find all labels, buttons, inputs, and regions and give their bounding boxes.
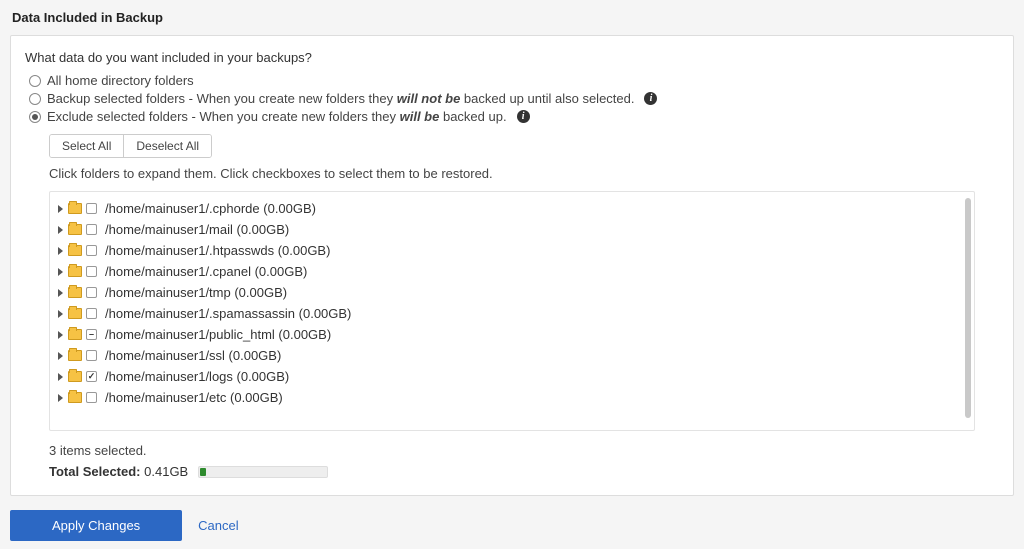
folder-icon (68, 392, 82, 403)
tree-row[interactable]: /home/mainuser1/mail (0.00GB) (54, 219, 970, 240)
folder-checkbox[interactable] (86, 308, 97, 319)
folder-path: /home/mainuser1/.cpanel (0.00GB) (105, 264, 307, 279)
folder-checkbox[interactable] (86, 224, 97, 235)
expand-arrow-icon[interactable] (58, 268, 63, 276)
expand-arrow-icon[interactable] (58, 289, 63, 297)
folder-path: /home/mainuser1/ssl (0.00GB) (105, 348, 281, 363)
folder-icon (68, 371, 82, 382)
folder-checkbox[interactable] (86, 266, 97, 277)
expand-arrow-icon[interactable] (58, 373, 63, 381)
folder-path: /home/mainuser1/tmp (0.00GB) (105, 285, 287, 300)
info-icon[interactable]: i (644, 92, 657, 105)
expand-arrow-icon[interactable] (58, 331, 63, 339)
page-title: Data Included in Backup (12, 10, 1014, 25)
option-exclude-selected[interactable]: Exclude selected folders - When you crea… (29, 109, 999, 124)
folder-path: /home/mainuser1/logs (0.00GB) (105, 369, 289, 384)
option-label: Exclude selected folders - When you crea… (47, 109, 507, 124)
folder-checkbox[interactable] (86, 245, 97, 256)
tree-row[interactable]: /home/mainuser1/.cpanel (0.00GB) (54, 261, 970, 282)
folder-checkbox[interactable] (86, 287, 97, 298)
folder-icon (68, 203, 82, 214)
expand-arrow-icon[interactable] (58, 310, 63, 318)
folder-icon (68, 287, 82, 298)
question-text: What data do you want included in your b… (25, 50, 999, 65)
radio-icon (29, 75, 41, 87)
tree-row[interactable]: /home/mainuser1/logs (0.00GB) (54, 366, 970, 387)
folder-tree: /home/mainuser1/.cphorde (0.00GB) /home/m… (49, 191, 975, 431)
expand-arrow-icon[interactable] (58, 205, 63, 213)
expand-arrow-icon[interactable] (58, 352, 63, 360)
backup-panel: What data do you want included in your b… (10, 35, 1014, 496)
folder-icon (68, 266, 82, 277)
folder-checkbox[interactable] (86, 392, 97, 403)
total-selected: Total Selected: 0.41GB (49, 464, 999, 479)
folder-checkbox[interactable] (86, 329, 97, 340)
cancel-link[interactable]: Cancel (198, 518, 238, 533)
hint-text: Click folders to expand them. Click chec… (49, 166, 999, 181)
expand-arrow-icon[interactable] (58, 394, 63, 402)
scrollbar[interactable] (965, 198, 971, 418)
tree-row[interactable]: /home/mainuser1/public_html (0.00GB) (54, 324, 970, 345)
folder-icon (68, 308, 82, 319)
folder-icon (68, 329, 82, 340)
folder-icon (68, 350, 82, 361)
radio-icon (29, 93, 41, 105)
usage-bar (198, 466, 328, 478)
tree-row[interactable]: /home/mainuser1/.spamassassin (0.00GB) (54, 303, 970, 324)
tree-row[interactable]: /home/mainuser1/etc (0.00GB) (54, 387, 970, 408)
folder-icon (68, 245, 82, 256)
folder-checkbox[interactable] (86, 371, 97, 382)
folder-path: /home/mainuser1/mail (0.00GB) (105, 222, 289, 237)
option-label: All home directory folders (47, 73, 194, 88)
folder-icon (68, 224, 82, 235)
folder-path: /home/mainuser1/public_html (0.00GB) (105, 327, 331, 342)
option-all-folders[interactable]: All home directory folders (29, 73, 999, 88)
info-icon[interactable]: i (517, 110, 530, 123)
tree-row[interactable]: /home/mainuser1/.cphorde (0.00GB) (54, 198, 970, 219)
select-button-group: Select All Deselect All (49, 134, 212, 158)
option-label: Backup selected folders - When you creat… (47, 91, 634, 106)
tree-row[interactable]: /home/mainuser1/ssl (0.00GB) (54, 345, 970, 366)
folder-path: /home/mainuser1/.spamassassin (0.00GB) (105, 306, 351, 321)
folder-path: /home/mainuser1/etc (0.00GB) (105, 390, 283, 405)
option-backup-selected[interactable]: Backup selected folders - When you creat… (29, 91, 999, 106)
tree-row[interactable]: /home/mainuser1/tmp (0.00GB) (54, 282, 970, 303)
folder-path: /home/mainuser1/.htpasswds (0.00GB) (105, 243, 330, 258)
selection-status: 3 items selected. (49, 443, 999, 458)
deselect-all-button[interactable]: Deselect All (123, 135, 211, 157)
folder-checkbox[interactable] (86, 203, 97, 214)
expand-arrow-icon[interactable] (58, 226, 63, 234)
folder-checkbox[interactable] (86, 350, 97, 361)
tree-row[interactable]: /home/mainuser1/.htpasswds (0.00GB) (54, 240, 970, 261)
select-all-button[interactable]: Select All (50, 135, 123, 157)
radio-icon (29, 111, 41, 123)
folder-path: /home/mainuser1/.cphorde (0.00GB) (105, 201, 316, 216)
total-value: 0.41GB (144, 464, 188, 479)
expand-arrow-icon[interactable] (58, 247, 63, 255)
